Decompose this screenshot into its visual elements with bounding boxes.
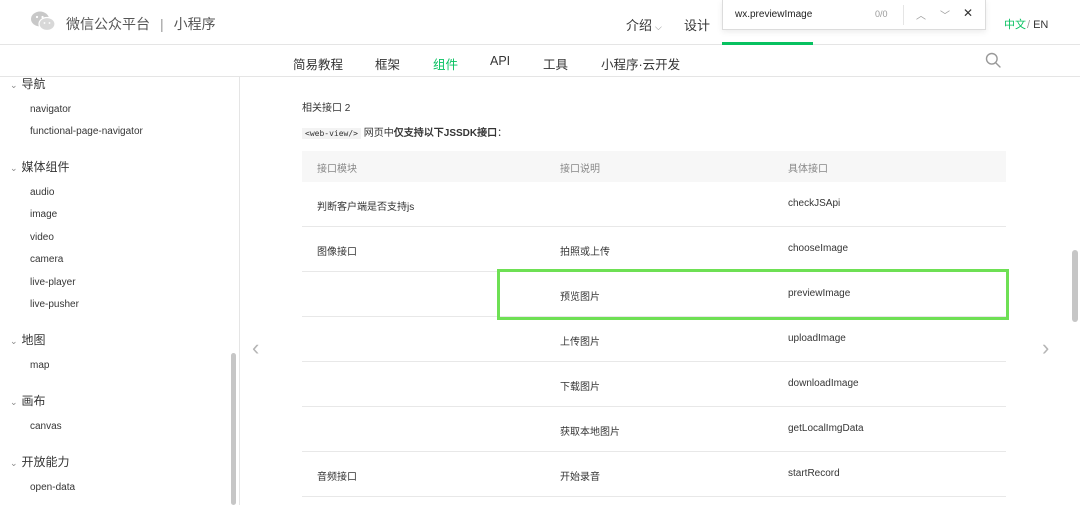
sidebar-group-open-capability[interactable]: ⌄ 开放能力	[10, 453, 70, 470]
nav-design[interactable]: 设计	[684, 15, 710, 34]
header-module: 接口模块	[317, 164, 357, 175]
sidebar-group-label: 画布	[21, 394, 46, 408]
sidebar-group-map[interactable]: ⌄ 地图	[10, 331, 46, 348]
cell-description: 获取本地图片	[560, 427, 620, 438]
sidebar-group-label: 导航	[21, 77, 46, 91]
cell-module: 音频接口	[317, 472, 357, 483]
table-row: 判断客户端是否支持js checkJSApi	[302, 182, 1006, 227]
intro-colon: ：	[497, 128, 508, 139]
subnav-tools[interactable]: 工具	[543, 54, 568, 73]
sidebar-item-navigator[interactable]: navigator	[30, 104, 71, 115]
chevron-down-icon: ⌄	[10, 397, 18, 407]
sidebar-item-image[interactable]: image	[30, 209, 57, 220]
subnav-components[interactable]: 组件	[433, 54, 458, 73]
intro-text: <web-view/> 网页中仅支持以下JSSDK接口：	[302, 124, 507, 139]
sidebar-item-map[interactable]: map	[30, 360, 49, 371]
wechat-logo-icon[interactable]	[30, 10, 56, 32]
sidebar-scrollbar[interactable]	[231, 353, 236, 505]
lang-separator: /	[1027, 19, 1031, 31]
main-scrollbar[interactable]	[1072, 250, 1078, 322]
sidebar-group-label: 媒体组件	[21, 160, 70, 174]
sidebar-item-camera[interactable]: camera	[30, 254, 63, 265]
nav-design-label: 设计	[684, 18, 711, 33]
find-input[interactable]: wx.previewImage	[735, 9, 812, 20]
cell-api: downloadImage	[788, 378, 859, 389]
table-row: 音频接口 开始录音 startRecord	[302, 452, 1006, 497]
find-bar: wx.previewImage 0/0 ︿ ﹀ ✕	[722, 0, 986, 30]
header-api: 具体接口	[788, 164, 828, 175]
brand-separator: |	[160, 16, 164, 32]
sidebar-group-label: 地图	[21, 333, 46, 347]
intro-bold: 仅支持以下JSSDK接口	[393, 128, 498, 139]
cell-description: 开始录音	[560, 472, 600, 483]
sub-navigation: 简易教程 框架 组件 API 工具 小程序·云开发	[0, 45, 1080, 77]
sidebar-item-functional-page-navigator[interactable]: functional-page-navigator	[30, 126, 143, 137]
table-row: 上传图片 uploadImage	[302, 317, 1006, 362]
brand-title[interactable]: 微信公众平台 | 小程序	[66, 14, 216, 34]
cell-api: checkJSApi	[788, 198, 841, 209]
search-icon[interactable]	[985, 52, 1001, 68]
cell-api: chooseImage	[788, 243, 849, 254]
subnav-cloud[interactable]: 小程序·云开发	[601, 54, 680, 73]
web-view-code: <web-view/>	[302, 128, 361, 139]
sidebar-item-audio[interactable]: audio	[30, 187, 54, 198]
header-description: 接口说明	[560, 164, 600, 175]
sidebar-group-media[interactable]: ⌄ 媒体组件	[10, 158, 70, 175]
chevron-down-icon[interactable]: ﹀	[940, 7, 950, 22]
chevron-up-icon[interactable]: ︿	[916, 7, 926, 22]
next-page-arrow-icon[interactable]: ›	[1042, 335, 1049, 361]
chevron-down-icon: ⌄	[10, 163, 18, 173]
chevron-down-icon: ⌄	[10, 336, 18, 346]
prev-page-arrow-icon[interactable]: ‹	[252, 335, 259, 361]
sidebar-item-canvas[interactable]: canvas	[30, 421, 62, 432]
cell-description: 下载图片	[560, 382, 600, 393]
intro-text-pre: 网页中	[360, 128, 394, 139]
search-highlight-box	[497, 269, 1009, 320]
section-title: 相关接口 2	[302, 103, 351, 114]
cell-module: 判断客户端是否支持js	[317, 202, 415, 213]
sidebar-item-live-player[interactable]: live-player	[30, 277, 76, 288]
table-row: 下载图片 downloadImage	[302, 362, 1006, 407]
find-match-count: 0/0	[875, 9, 888, 19]
sidebar: ⌄ 导航 navigator functional-page-navigator …	[0, 77, 240, 505]
cell-module: 图像接口	[317, 247, 357, 258]
sidebar-group-navigation[interactable]: ⌄ 导航	[10, 77, 46, 92]
sidebar-item-video[interactable]: video	[30, 232, 54, 243]
close-icon[interactable]: ✕	[963, 6, 973, 20]
language-switch: 中文/EN	[1004, 16, 1048, 32]
subnav-tutorial[interactable]: 简易教程	[293, 54, 343, 73]
subnav-framework[interactable]: 框架	[375, 54, 400, 73]
subnav-api[interactable]: API	[490, 54, 510, 68]
sidebar-group-canvas[interactable]: ⌄ 画布	[10, 392, 46, 409]
table-row: 图像接口 拍照或上传 chooseImage	[302, 227, 1006, 272]
table-header: 接口模块 接口说明 具体接口	[302, 151, 1006, 182]
lang-zh-link[interactable]: 中文	[1004, 19, 1026, 31]
nav-intro[interactable]: 介绍 ⌵	[626, 15, 662, 34]
cell-api: startRecord	[788, 468, 840, 479]
chevron-down-icon: ⌵	[655, 22, 662, 32]
sidebar-item-open-data[interactable]: open-data	[30, 482, 75, 493]
chevron-down-icon: ⌄	[10, 80, 18, 90]
cell-api: uploadImage	[788, 333, 846, 344]
cell-description: 拍照或上传	[560, 247, 610, 258]
brand-name: 微信公众平台	[66, 16, 150, 32]
cell-api: getLocalImgData	[788, 423, 864, 434]
nav-intro-label: 介绍	[626, 18, 653, 33]
product-name: 小程序	[173, 16, 216, 32]
lang-en-link[interactable]: EN	[1033, 19, 1048, 31]
table-row: 获取本地图片 getLocalImgData	[302, 407, 1006, 452]
find-divider	[903, 5, 904, 25]
cell-description: 上传图片	[560, 337, 600, 348]
chevron-down-icon: ⌄	[10, 458, 18, 468]
sidebar-item-live-pusher[interactable]: live-pusher	[30, 299, 79, 310]
sidebar-group-label: 开放能力	[21, 455, 70, 469]
